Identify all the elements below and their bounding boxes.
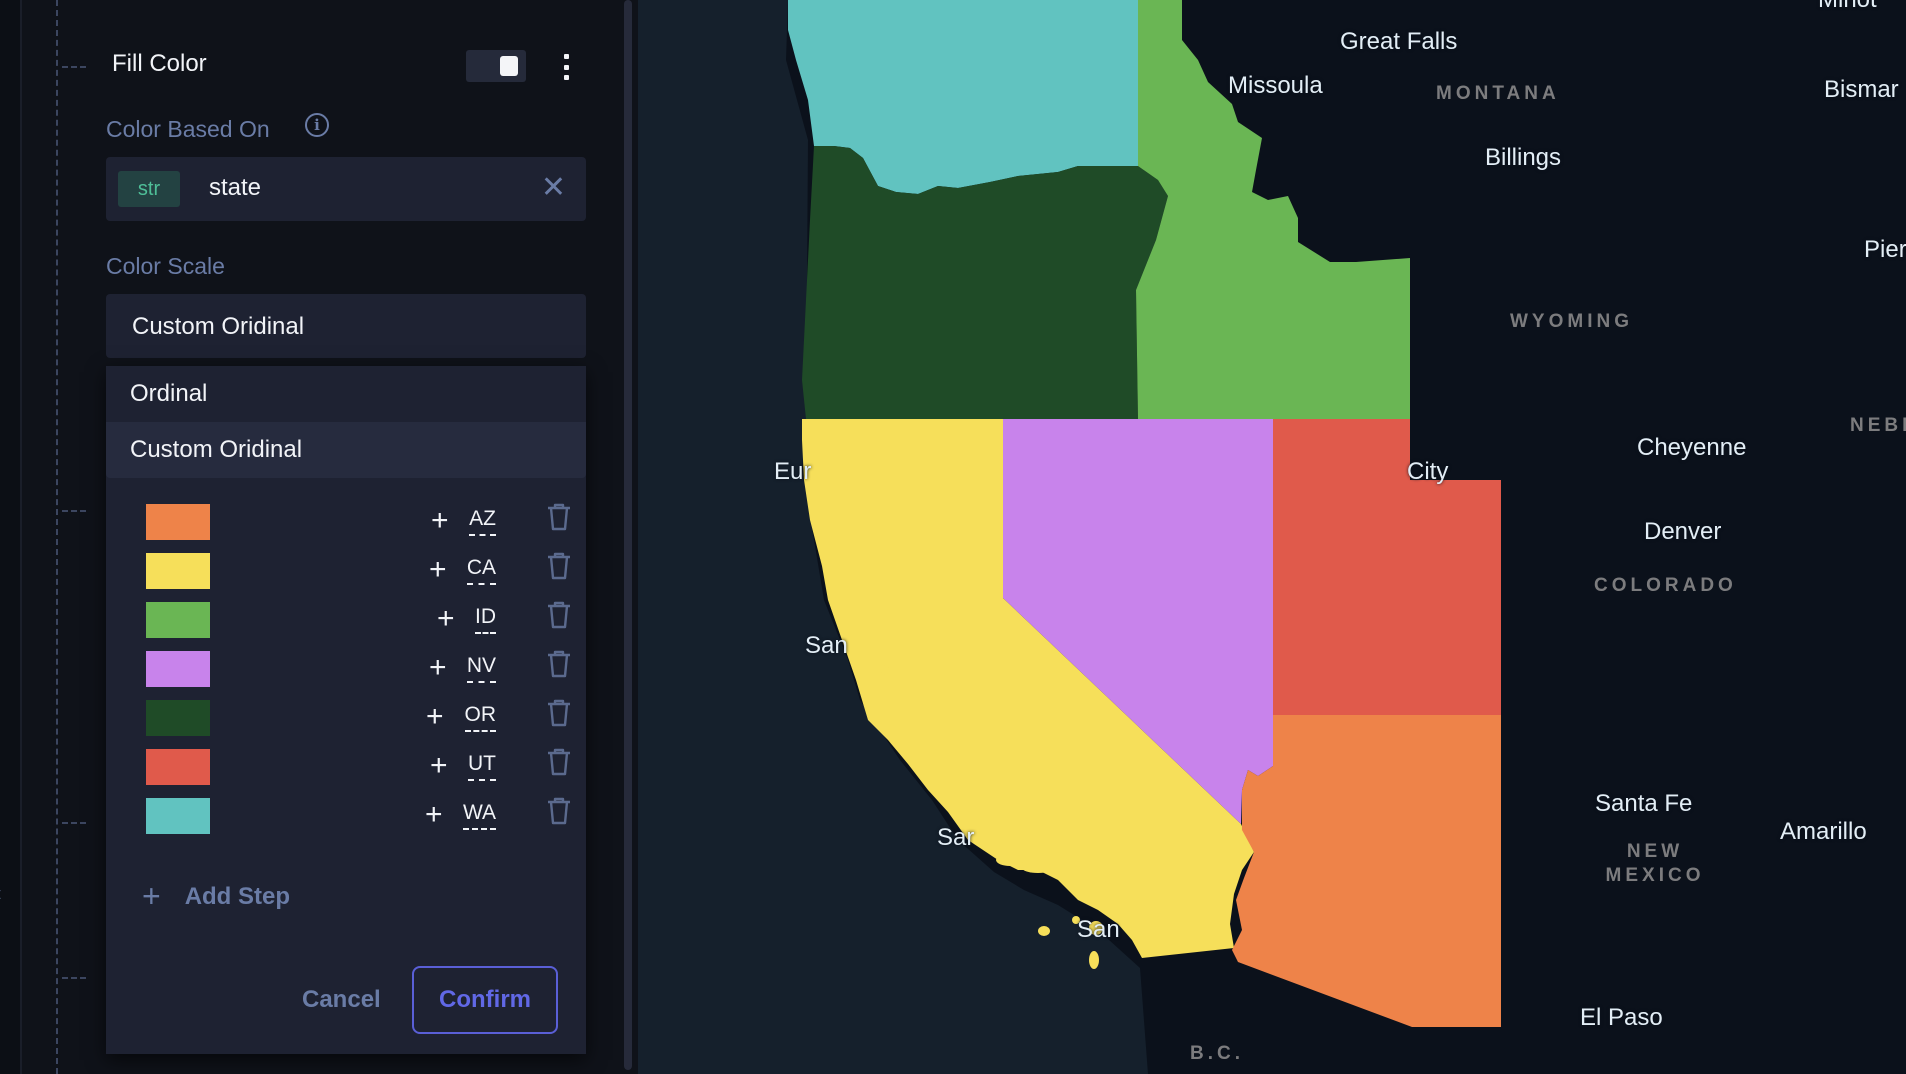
city-label: San	[805, 632, 848, 659]
color-swatch[interactable]	[146, 553, 210, 589]
channel-island	[881, 665, 889, 675]
city-label: Bismar	[1824, 76, 1899, 103]
city-label: Missoula	[1228, 72, 1323, 99]
color-swatch[interactable]	[146, 651, 210, 687]
city-label: Eur	[774, 458, 812, 485]
region-label: B.C.	[1190, 1043, 1244, 1064]
city-label: Billings	[1485, 144, 1562, 171]
step-row-nv: + NV	[106, 649, 586, 693]
city-label: City	[1407, 458, 1449, 485]
layer-list-strip: t	[0, 0, 22, 1074]
step-row-az: + AZ	[106, 502, 586, 546]
color-swatch[interactable]	[146, 798, 210, 834]
add-step-button[interactable]: + Add Step	[142, 878, 290, 915]
step-value[interactable]: ID	[475, 604, 496, 634]
more-options-icon[interactable]	[562, 54, 570, 80]
color-scale-dropdown: Ordinal Custom Oridinal + AZ + CA + ID + NV + OR +…	[106, 366, 586, 1054]
layer-config-panel: t Fill Color Color Based On i str state …	[0, 0, 638, 1074]
color-scale-selected-value: Custom Oridinal	[132, 313, 305, 340]
fill-color-toggle[interactable]	[466, 50, 526, 82]
step-row-wa: + WA	[106, 796, 586, 840]
city-label: Pier	[1864, 236, 1906, 263]
add-step-label: Add Step	[184, 883, 291, 910]
region-label: WYOMING	[1510, 311, 1633, 332]
city-label: El Paso	[1580, 1004, 1663, 1031]
state-idaho	[1136, 0, 1410, 419]
trash-icon[interactable]	[546, 502, 572, 532]
city-label: Minot	[1818, 0, 1877, 14]
plus-icon[interactable]: +	[429, 651, 447, 685]
region-label: COLORADO	[1594, 575, 1737, 596]
step-row-id: + ID	[106, 600, 586, 644]
state-oregon	[802, 146, 1168, 419]
trash-icon[interactable]	[546, 698, 572, 728]
panel-scrollbar[interactable]	[624, 0, 632, 1070]
tree-connector	[56, 0, 58, 1074]
step-value[interactable]: CA	[466, 555, 496, 585]
dropdown-option-custom-ordinal[interactable]: Custom Oridinal	[106, 422, 586, 478]
field-value: state	[209, 174, 262, 201]
plus-icon[interactable]: +	[425, 798, 443, 832]
step-value[interactable]: WA	[462, 800, 496, 830]
step-value[interactable]: UT	[468, 751, 496, 781]
info-icon[interactable]: i	[305, 113, 329, 137]
plus-icon[interactable]: +	[437, 602, 455, 636]
region-label: NEW MEXICO	[1605, 841, 1705, 886]
city-label: Amarillo	[1780, 818, 1867, 845]
step-row-ut: + UT	[106, 747, 586, 791]
toggle-knob	[500, 56, 518, 76]
city-label: Cheyenne	[1637, 434, 1747, 461]
color-field-selector[interactable]: str state ✕	[106, 157, 586, 221]
plus-icon[interactable]: +	[426, 700, 444, 734]
tree-tick	[62, 510, 86, 512]
plus-icon[interactable]: +	[431, 504, 449, 538]
tree-tick	[62, 822, 86, 824]
step-row-or: + OR	[106, 698, 586, 742]
color-swatch[interactable]	[146, 602, 210, 638]
city-label: Great Falls	[1340, 28, 1458, 55]
region-label: NEBR	[1850, 415, 1906, 436]
color-swatch[interactable]	[146, 504, 210, 540]
color-scale-select[interactable]: Custom Oridinal	[106, 294, 586, 358]
step-row-ca: + CA	[106, 551, 586, 595]
confirm-button[interactable]: Confirm	[412, 966, 558, 1034]
dropdown-option-ordinal[interactable]: Ordinal	[106, 366, 586, 422]
city-label: Denver	[1644, 518, 1722, 545]
plus-icon[interactable]: +	[430, 749, 448, 783]
color-swatch[interactable]	[146, 700, 210, 736]
color-scale-label: Color Scale	[106, 253, 225, 279]
trash-icon[interactable]	[546, 649, 572, 679]
city-label: Santa Fe	[1595, 790, 1693, 817]
trash-icon[interactable]	[546, 796, 572, 826]
region-label: MONTANA	[1436, 83, 1560, 104]
city-label: Sar	[937, 824, 975, 851]
channel-island	[996, 854, 1024, 866]
state-utah	[1273, 419, 1501, 715]
step-value[interactable]: AZ	[469, 506, 496, 536]
map-view[interactable]: Great Falls Missoula Billings Bismar Pie…	[638, 0, 1906, 1074]
tree-tick	[62, 66, 86, 68]
clear-field-icon[interactable]: ✕	[541, 171, 566, 205]
plus-icon[interactable]: +	[429, 553, 447, 587]
city-label: San	[1077, 916, 1120, 943]
channel-island	[1089, 951, 1099, 969]
field-type-badge: str	[118, 171, 180, 207]
color-swatch[interactable]	[146, 749, 210, 785]
trash-icon[interactable]	[546, 747, 572, 777]
trash-icon[interactable]	[546, 600, 572, 630]
step-value[interactable]: NV	[466, 653, 496, 683]
channel-island	[1038, 926, 1050, 936]
clipped-label: t	[0, 884, 1, 904]
plus-icon: +	[142, 878, 161, 914]
panel-title: Fill Color	[112, 50, 207, 77]
trash-icon[interactable]	[546, 551, 572, 581]
channel-island	[1022, 863, 1054, 873]
step-value[interactable]: OR	[464, 702, 496, 732]
cancel-button[interactable]: Cancel	[302, 986, 381, 1014]
color-based-on-label: Color Based On	[106, 116, 270, 142]
tree-tick	[62, 977, 86, 979]
